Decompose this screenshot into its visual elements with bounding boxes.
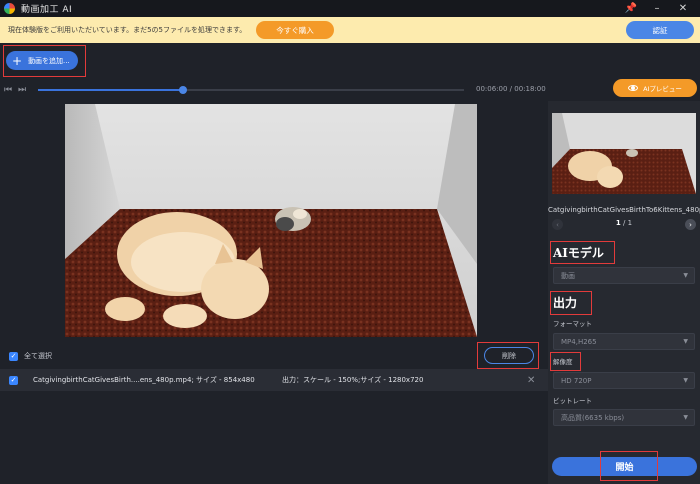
select-all[interactable]: ✓ 全て選択 xyxy=(9,351,52,361)
model-select-value: 動画 xyxy=(561,271,575,280)
select-all-label: 全て選択 xyxy=(24,352,52,360)
minimize-button[interactable]: – xyxy=(646,0,668,17)
seek-bar[interactable] xyxy=(38,86,464,94)
trial-banner-text: 現在体験版をご利用いただいています。まだ5の5ファイルを処理できます。 xyxy=(8,26,247,34)
thumbnail-image xyxy=(552,113,696,194)
thumbnail-filename: CatgivingbirthCatGivesBirthTo6Kittens_48… xyxy=(548,206,700,214)
video-frame-image xyxy=(65,104,477,337)
file-list: ✓ 全て選択 削除 ✓ CatgivingbirthCatGivesBirth.… xyxy=(0,342,548,484)
format-select[interactable]: MP4,H265 ▼ xyxy=(553,333,695,350)
title-bar: 動画加工 AI 📌 – ✕ xyxy=(0,0,700,17)
highlight-box xyxy=(600,451,658,481)
chevron-down-icon: ▼ xyxy=(683,338,688,345)
row-filename: CatgivingbirthCatGivesBirth....ens_480p.… xyxy=(33,376,255,384)
bitrate-select-value: 高品質(6635 kbps) xyxy=(561,413,625,422)
pager-separator: / xyxy=(620,219,628,227)
player-controls: ⏮ ⏭ 00:06:00 / 00:18:00 xyxy=(0,81,548,101)
highlight-box xyxy=(477,342,539,369)
select-all-checkbox[interactable]: ✓ xyxy=(9,351,18,361)
model-select[interactable]: 動画 ▼ xyxy=(553,267,695,284)
row-output: 出力：スケール - 150%;サイズ - 1280x720 xyxy=(282,376,424,384)
bitrate-label: ビットレート xyxy=(553,397,592,405)
video-thumbnail[interactable] xyxy=(552,113,696,194)
video-preview xyxy=(65,104,477,337)
resolution-select[interactable]: HD 720P ▼ xyxy=(553,372,695,389)
ai-preview-button[interactable]: AIプレビュー xyxy=(613,79,697,97)
pager: 1 / 1 xyxy=(548,219,700,233)
buy-now-button[interactable]: 今すぐ購入 xyxy=(256,21,334,39)
bitrate-select[interactable]: 高品質(6635 kbps) ▼ xyxy=(553,409,695,426)
seek-bar-fill xyxy=(38,89,183,91)
ai-preview-label: AIプレビュー xyxy=(643,85,682,93)
resolution-select-value: HD 720P xyxy=(561,376,592,385)
toolbar: + 動画を追加... xyxy=(0,43,700,81)
seek-bar-handle[interactable] xyxy=(178,86,187,94)
app-logo-icon xyxy=(4,3,15,14)
row-checkbox[interactable]: ✓ xyxy=(9,375,18,385)
pin-icon[interactable]: 📌 xyxy=(620,0,642,17)
trial-banner: 現在体験版をご利用いただいています。まだ5の5ファイルを処理できます。 今すぐ購… xyxy=(0,17,700,43)
app-title: 動画加工 AI xyxy=(21,5,73,15)
highlight-box xyxy=(550,352,581,371)
chevron-down-icon: ▼ xyxy=(683,272,688,279)
pager-total: 1 xyxy=(627,219,633,227)
highlight-box xyxy=(550,291,592,315)
table-row[interactable]: ✓ CatgivingbirthCatGivesBirth....ens_480… xyxy=(0,369,548,391)
highlight-box xyxy=(550,241,615,264)
authenticate-button[interactable]: 認証 xyxy=(626,21,694,39)
chevron-down-icon: ▼ xyxy=(683,414,688,421)
time-display: 00:06:00 / 00:18:00 xyxy=(476,85,546,93)
remove-row-icon[interactable]: ✕ xyxy=(527,375,535,386)
highlight-box xyxy=(3,45,86,77)
chevron-down-icon: ▼ xyxy=(683,377,688,384)
next-icon[interactable]: ⏭ xyxy=(18,85,26,95)
format-select-value: MP4,H265 xyxy=(561,337,597,346)
close-button[interactable]: ✕ xyxy=(672,0,694,17)
next-page-icon[interactable]: › xyxy=(685,219,696,230)
settings-panel: CatgivingbirthCatGivesBirthTo6Kittens_48… xyxy=(548,101,700,484)
previous-icon[interactable]: ⏮ xyxy=(4,85,12,95)
eye-icon xyxy=(628,85,639,91)
format-label: フォーマット xyxy=(553,320,592,328)
